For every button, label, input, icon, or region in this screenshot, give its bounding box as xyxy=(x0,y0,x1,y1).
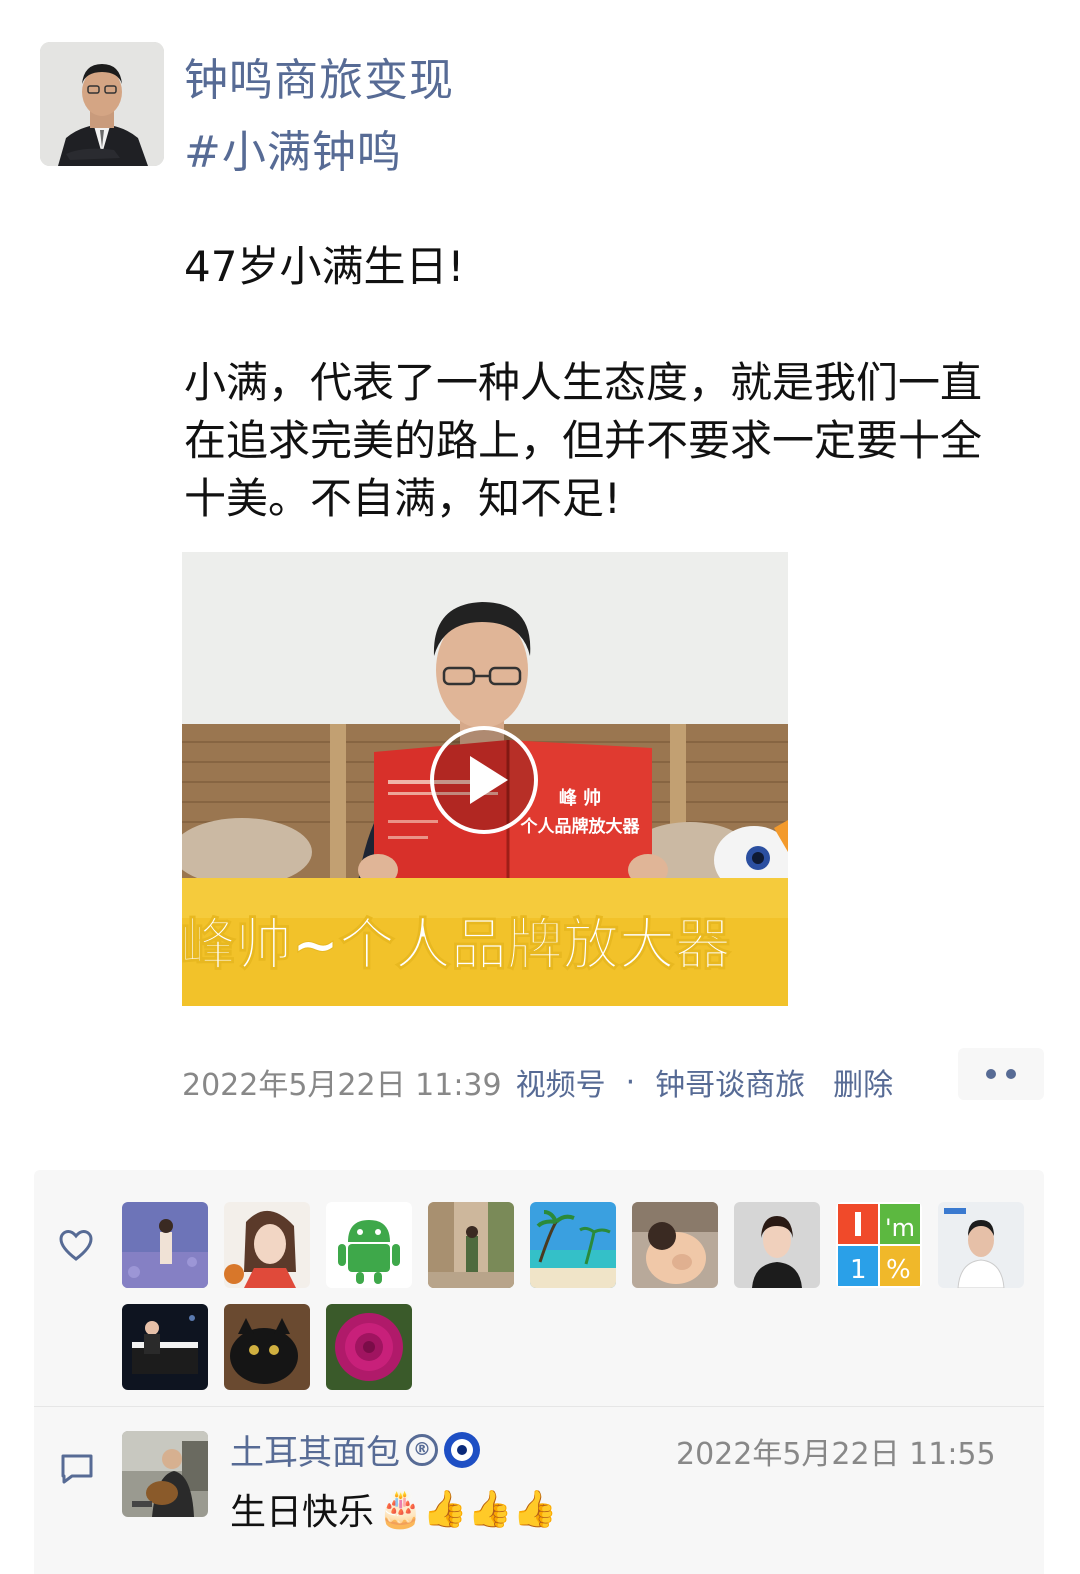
like-avatar[interactable] xyxy=(326,1202,412,1288)
post-timestamp: 2022年5月22日 11:39 xyxy=(182,1068,502,1103)
like-avatar[interactable] xyxy=(530,1202,616,1288)
like-avatar[interactable]: 'm 1% xyxy=(836,1202,922,1288)
comment-timestamp: 2022年5月22日 11:55 xyxy=(676,1437,996,1472)
video-channel-source[interactable]: 视频号 xyxy=(516,1060,606,1104)
post-text: 47岁小满生日! 小满，代表了一种人生态度，就是我们一直在追求完美的路上，但并不… xyxy=(184,242,983,523)
commenter-name[interactable]: 土耳其面包 ® xyxy=(230,1425,480,1474)
like-avatar[interactable] xyxy=(428,1202,514,1288)
meta-separator: · xyxy=(625,1064,636,1100)
hashtag-link[interactable]: #小满钟鸣 xyxy=(184,116,402,180)
more-dot-icon xyxy=(1006,1069,1016,1079)
like-avatar[interactable] xyxy=(734,1202,820,1288)
like-avatar[interactable] xyxy=(122,1202,208,1288)
svg-text:%: % xyxy=(886,1255,911,1285)
post-meta-row: 2022年5月22日 11:39 视频号 · 钟哥谈商旅 删除 xyxy=(182,1060,893,1104)
svg-text:'m: 'm xyxy=(885,1214,915,1242)
more-dot-icon xyxy=(986,1069,996,1079)
comment-body: 生日快乐 xyxy=(230,1492,375,1533)
commenter-avatar[interactable] xyxy=(122,1431,208,1517)
like-avatar[interactable] xyxy=(632,1202,718,1288)
channel-name-link[interactable]: 钟哥谈商旅 xyxy=(655,1060,805,1104)
delete-button[interactable]: 删除 xyxy=(833,1060,893,1104)
more-options-button[interactable] xyxy=(958,1048,1044,1100)
author-name[interactable]: 钟鸣商旅变现 xyxy=(184,44,454,108)
comment-text: 生日快乐 🎂👍👍👍 xyxy=(230,1483,557,1535)
book-title-text: 个人品牌放大器 xyxy=(520,816,641,837)
like-avatar[interactable] xyxy=(938,1202,1024,1288)
comment-panel: 土耳其面包 ® 2022年5月22日 11:55 生日快乐 🎂👍👍👍 xyxy=(34,1407,1044,1574)
like-avatar[interactable] xyxy=(122,1304,208,1390)
comment-icon xyxy=(61,1454,93,1484)
book-author-text: 峰 帅 xyxy=(559,787,601,809)
play-icon[interactable] xyxy=(430,726,538,834)
svg-text:1: 1 xyxy=(850,1255,867,1285)
registered-icon: ® xyxy=(406,1433,438,1466)
video-thumbnail[interactable]: 峰 帅 个人品牌放大器 峰帅~个人品牌放大器 xyxy=(182,552,788,1006)
author-avatar[interactable] xyxy=(40,42,164,166)
likes-panel: 'm 1% xyxy=(34,1170,1044,1406)
like-avatar[interactable] xyxy=(326,1304,412,1390)
like-avatar-grid: 'm 1% xyxy=(122,1202,1032,1390)
comment-emojis: 🎂👍👍👍 xyxy=(378,1489,558,1530)
heart-icon xyxy=(59,1229,93,1261)
evil-eye-icon xyxy=(444,1431,480,1468)
like-avatar[interactable] xyxy=(224,1304,310,1390)
like-avatar[interactable] xyxy=(224,1202,310,1288)
commenter-name-text[interactable]: 土耳其面包 xyxy=(230,1425,400,1474)
video-caption: 峰帅~个人品牌放大器 xyxy=(182,913,732,978)
